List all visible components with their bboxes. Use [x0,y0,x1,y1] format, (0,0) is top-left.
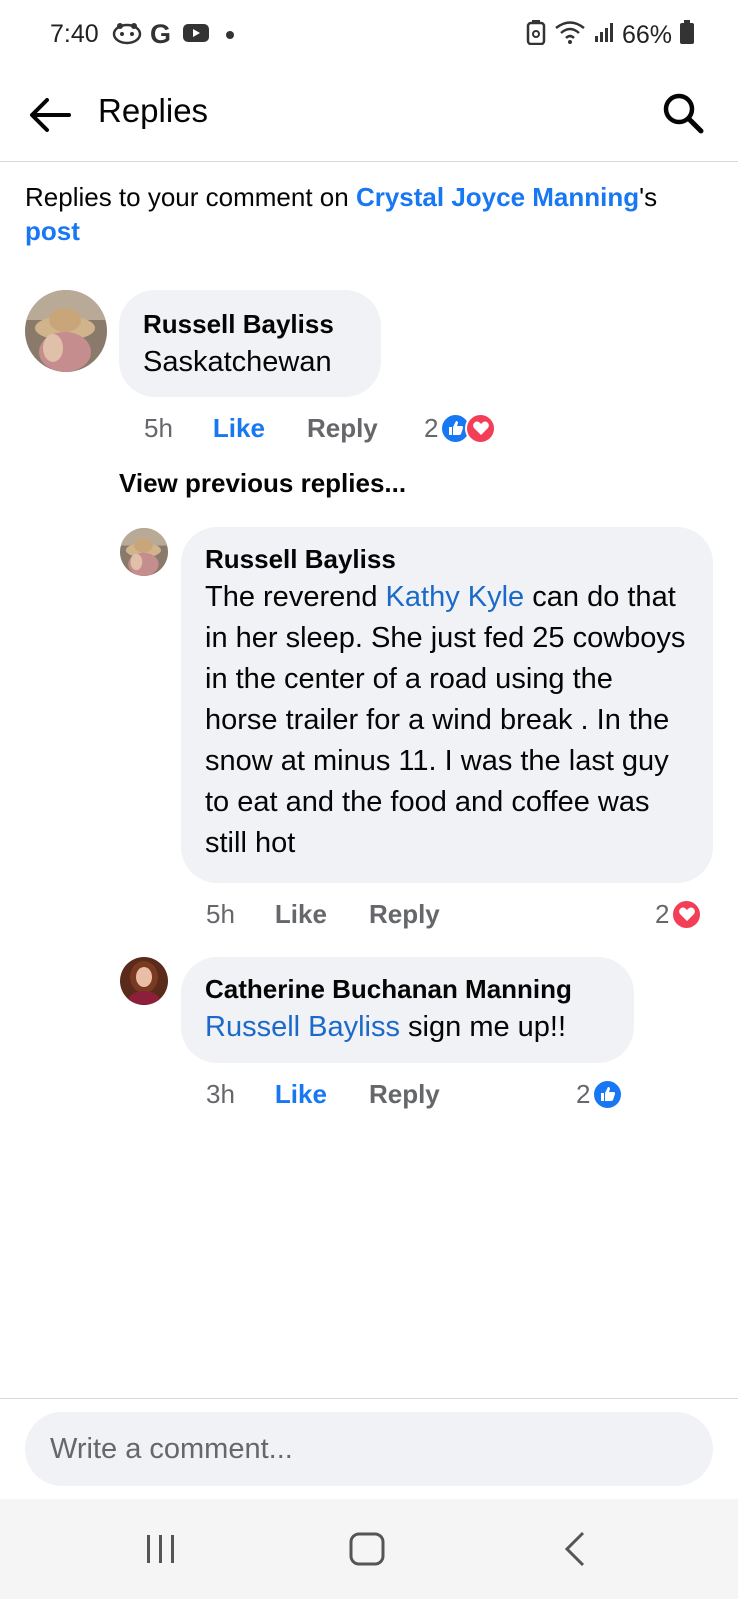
back-arrow-icon [30,98,71,132]
reply-text-end: can do that in her sleep. She just fed 2… [205,581,686,859]
mention-link[interactable]: Russell Bayliss [205,1011,400,1043]
reply-author[interactable]: Russell Bayliss [205,541,689,577]
like-button[interactable]: Like [275,1079,327,1110]
replies-context: Replies to your comment on Crystal Joyce… [25,180,715,248]
comment-actions: 5h Like Reply [144,412,378,444]
svg-text:G: G [150,19,171,47]
status-time: 7:40 [50,20,99,48]
status-bar: 7:40 G 66% [0,0,738,72]
comment-author[interactable]: Russell Bayliss [143,306,357,342]
notification-icons: G [112,19,234,52]
reaction-count: 2 [576,1078,591,1109]
like-button[interactable]: Like [213,413,265,444]
reply-bubble[interactable]: Russell Bayliss The reverend Kathy Kyle … [181,527,713,883]
avatar[interactable] [120,528,168,576]
reply-time[interactable]: 3h [206,1079,235,1110]
reaction-count: 2 [424,412,439,443]
context-prefix: Replies to your comment on [25,182,356,212]
reply-button[interactable]: Reply [369,1079,440,1110]
back-button[interactable] [24,90,74,140]
reply-text: Russell Bayliss sign me up!! [205,1007,610,1048]
youtube-icon [182,22,210,49]
comment-text: Saskatchewan [143,346,332,378]
reply-author[interactable]: Catherine Buchanan Manning [205,971,610,1007]
avatar[interactable] [120,957,168,1005]
reply-text: The reverend Kathy Kyle can do that in h… [205,577,689,864]
system-nav-bar [0,1499,738,1599]
reaction-count: 2 [655,898,670,929]
system-status-icons: 66% [526,19,694,52]
reaction-summary[interactable]: 2 [576,1076,624,1112]
like-reaction-icon [592,1078,624,1110]
search-button[interactable] [658,88,708,138]
like-button[interactable]: Like [275,899,327,930]
reply-button[interactable]: Reply [307,413,378,444]
comment-bubble[interactable]: Russell Bayliss Saskatchewan [119,290,381,397]
reply-text-end: sign me up!! [400,1011,567,1043]
nav-back-button[interactable] [545,1524,605,1574]
wifi-icon [554,19,586,52]
comment-time[interactable]: 5h [144,413,173,444]
google-icon: G [148,19,176,52]
reaction-summary[interactable]: 2 [655,896,703,932]
app-header: Replies [0,72,738,162]
reply-time[interactable]: 5h [206,899,235,930]
reply-actions: 3h Like Reply [206,1078,440,1110]
signal-icon [594,21,614,50]
battery-percent: 66% [621,20,672,49]
context-possessive: 's [639,182,658,212]
reply-text-start: The reverend [205,581,386,613]
search-icon [663,93,704,134]
post-link[interactable]: post [25,216,80,246]
avatar[interactable] [25,290,107,372]
game-controller-icon [112,21,142,50]
comment-composer: Write a comment... [0,1398,738,1498]
home-button[interactable] [337,1524,397,1574]
home-icon [349,1532,385,1566]
dot-icon [226,31,234,39]
love-reaction-icon [671,898,703,930]
reply-bubble[interactable]: Catherine Buchanan Manning Russell Bayli… [181,957,634,1063]
reaction-summary[interactable]: 2 [424,410,497,446]
back-icon [564,1531,585,1567]
mention-link[interactable]: Kathy Kyle [386,581,525,613]
view-previous-replies-link[interactable]: View previous replies... [119,468,406,499]
post-author-link[interactable]: Crystal Joyce Manning [356,182,639,212]
love-reaction-icon [465,412,497,444]
comment-input[interactable]: Write a comment... [25,1412,713,1486]
recent-apps-icon [147,1535,174,1563]
reply-button[interactable]: Reply [369,899,440,930]
battery-saver-icon [526,19,546,52]
recent-apps-button[interactable] [131,1524,191,1574]
reply-actions: 5h Like Reply [206,898,440,930]
page-title: Replies [98,92,209,129]
battery-icon [680,19,694,51]
